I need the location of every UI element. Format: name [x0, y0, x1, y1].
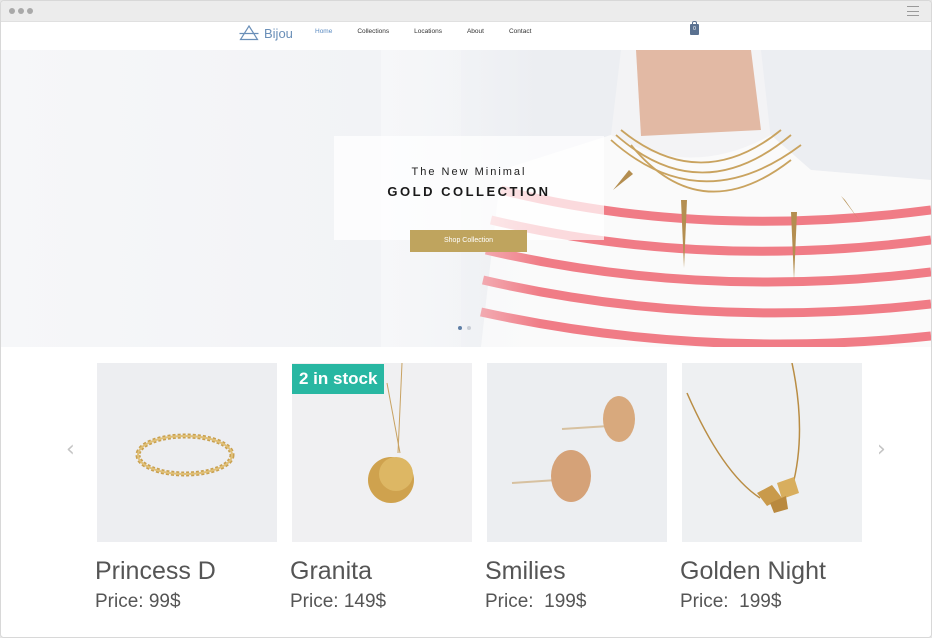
browser-toolbar [1, 1, 931, 22]
nav-contact[interactable]: Contact [509, 28, 531, 35]
triangle-logo-icon [239, 25, 259, 41]
product-card[interactable]: Golden Night Price: 199$ [680, 363, 862, 612]
nav-locations[interactable]: Locations [414, 28, 442, 35]
slide-indicators [458, 326, 471, 330]
product-image-earrings[interactable] [487, 363, 667, 542]
product-name[interactable]: Granita [290, 557, 372, 586]
hamburger-icon[interactable] [907, 6, 919, 16]
product-card[interactable]: Princess D Price: 99$ [95, 363, 277, 612]
product-price: Price: 149$ [290, 591, 387, 612]
window-controls [9, 8, 33, 14]
promo-subtitle: The New Minimal [411, 166, 527, 178]
product-image-necklace[interactable] [682, 363, 862, 542]
chevron-right-icon[interactable]: › [877, 439, 891, 461]
product-name[interactable]: Smilies [485, 557, 566, 586]
product-name[interactable]: Golden Night [680, 557, 826, 586]
promo-title: GOLD COLLECTION [387, 184, 551, 199]
shopping-bag-icon[interactable]: 0 [690, 21, 699, 35]
slide-dot[interactable] [467, 326, 471, 330]
shop-collection-button[interactable]: Shop Collection [410, 230, 527, 252]
main-nav: Home Collections Locations About Contact [315, 28, 556, 35]
product-price: Price: 199$ [485, 591, 587, 612]
logo-text: Bijou [264, 25, 293, 41]
chevron-left-icon[interactable]: ‹ [66, 439, 80, 461]
hero-banner: The New Minimal GOLD COLLECTION Shop Col… [1, 50, 931, 347]
product-price: Price: 199$ [680, 591, 782, 612]
nav-home[interactable]: Home [315, 28, 332, 35]
product-card[interactable]: Smilies Price: 199$ [485, 363, 667, 612]
browser-window: Bijou Home Collections Locations About C… [0, 0, 932, 638]
cart-count: 0 [693, 26, 696, 32]
nav-collections[interactable]: Collections [357, 28, 389, 35]
window-dot[interactable] [9, 8, 15, 14]
stock-badge: 2 in stock [292, 364, 385, 394]
product-carousel: ‹ › 2 in stock Princess D Price: 99$ Gra… [1, 347, 931, 637]
product-price: Price: 99$ [95, 591, 181, 612]
slide-dot[interactable] [458, 326, 462, 330]
site-logo[interactable]: Bijou [239, 22, 293, 44]
site-header: Bijou Home Collections Locations About C… [1, 21, 931, 50]
window-dot[interactable] [27, 8, 33, 14]
product-name[interactable]: Princess D [95, 557, 216, 586]
product-image-ring[interactable] [97, 363, 277, 542]
nav-about[interactable]: About [467, 28, 484, 35]
window-dot[interactable] [18, 8, 24, 14]
promo-panel: The New Minimal GOLD COLLECTION [334, 136, 604, 240]
